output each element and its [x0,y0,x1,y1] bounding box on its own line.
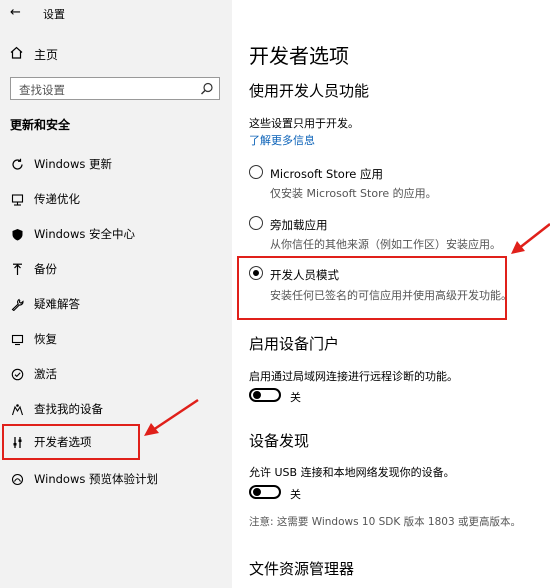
page-title: 开发者选项 [249,44,349,68]
sidebar-item-label: 备份 [34,262,57,276]
option-store-apps-label: Microsoft Store 应用 [270,167,384,181]
main-content: 开发者选项 使用开发人员功能 这些设置只用于开发。 了解更多信息 Microso… [232,0,550,588]
sync-icon [8,158,26,171]
shield-icon [8,228,26,241]
dev-features-heading: 使用开发人员功能 [249,82,370,100]
sidebar-item-backup[interactable]: 备份 [0,252,232,286]
device-discovery-toggle-label: 关 [290,488,301,501]
home-icon [10,46,26,62]
radio-sideload-apps[interactable] [249,216,263,230]
sidebar-item-label: 疑难解答 [34,297,80,311]
device-portal-toggle[interactable] [249,388,281,402]
device-portal-description: 启用通过局域网连接进行远程诊断的功能。 [249,370,458,383]
annotation-arrow-sidebar [144,398,199,436]
window-title: 设置 [43,8,65,21]
wrench-icon [8,298,26,311]
activation-icon [8,368,26,381]
sidebar-item-recovery[interactable]: 恢复 [0,322,232,356]
sidebar-item-delivery-optimization[interactable]: 传递优化 [0,182,232,216]
device-discovery-heading: 设备发现 [249,432,310,450]
sidebar: ← 设置 主页 查找设置 更新和安全 Windows 更新 传递优化 Windo… [0,0,232,588]
sdk-note: 注意: 这需要 Windows 10 SDK 版本 1803 或更高版本。 [249,516,521,528]
section-title: 更新和安全 [10,118,71,132]
sidebar-item-label: Windows 预览体验计划 [34,472,158,486]
recovery-icon [8,333,26,346]
option-sideload-apps-label: 旁加载应用 [270,218,328,232]
sidebar-item-activation[interactable]: 激活 [0,357,232,391]
sidebar-item-label: 传递优化 [34,192,80,206]
option-sideload-apps-description: 从你信任的其他来源（例如工作区）安装应用。 [270,238,501,251]
device-discovery-description: 允许 USB 连接和本地网络发现你的设备。 [249,466,455,479]
device-portal-toggle-label: 关 [290,391,301,404]
sidebar-item-troubleshoot[interactable]: 疑难解答 [0,287,232,321]
sidebar-item-windows-update[interactable]: Windows 更新 [0,147,232,181]
device-discovery-toggle[interactable] [249,485,281,499]
developer-mode-highlight-box [237,256,507,320]
search-placeholder: 查找设置 [19,83,65,97]
find-device-icon [8,403,26,416]
insider-icon [8,473,26,486]
option-store-apps-description: 仅安装 Microsoft Store 的应用。 [270,187,437,200]
file-explorer-heading: 文件资源管理器 [249,560,355,578]
learn-more-link[interactable]: 了解更多信息 [249,132,315,148]
home-label: 主页 [34,47,59,62]
radio-store-apps[interactable] [249,165,263,179]
home-nav-item[interactable]: 主页 [10,45,58,63]
sidebar-item-insider-program[interactable]: Windows 预览体验计划 [0,462,232,496]
backup-icon [8,263,26,276]
dev-features-description: 这些设置只用于开发。 [249,117,359,130]
annotation-arrow-main [511,223,550,254]
device-portal-heading: 启用设备门户 [249,335,340,353]
sidebar-item-label: Windows 安全中心 [34,227,135,241]
sidebar-item-label: 恢复 [34,332,57,346]
search-icon[interactable] [200,81,214,100]
search-input[interactable]: 查找设置 [10,77,220,100]
sidebar-item-label: 查找我的设备 [34,402,103,416]
delivery-optimization-icon [8,193,26,206]
title-bar: ← 设置 [0,0,232,26]
sidebar-item-label: 激活 [34,367,57,381]
sidebar-item-label: Windows 更新 [34,157,112,171]
back-arrow-icon[interactable]: ← [10,5,21,20]
sidebar-item-security-center[interactable]: Windows 安全中心 [0,217,232,251]
developer-options-highlight-box [2,424,140,460]
